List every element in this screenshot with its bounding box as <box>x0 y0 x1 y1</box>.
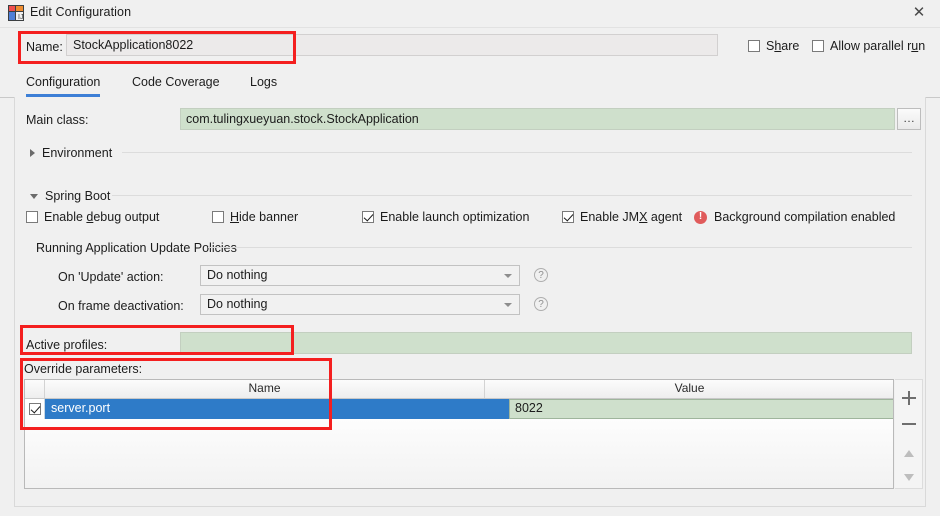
allow-parallel-run-label: Allow parallel run <box>830 39 926 53</box>
enable-jmx-agent-checkbox-box[interactable] <box>562 211 574 223</box>
plus-icon-vertical <box>908 391 910 405</box>
section-environment[interactable]: Environment <box>30 146 112 160</box>
add-parameter-button[interactable] <box>897 386 921 410</box>
table-row[interactable]: server.port 8022 <box>25 399 893 419</box>
row-enabled-checkbox[interactable] <box>25 399 45 419</box>
hide-banner-label: Hide banner <box>230 210 299 224</box>
active-profiles-label: Active profiles: <box>26 338 108 352</box>
share-checkbox[interactable]: Share <box>748 39 799 53</box>
arrow-down-icon <box>904 474 914 481</box>
minus-icon <box>902 423 916 425</box>
section-spring-boot-label: Spring Boot <box>45 189 111 203</box>
on-frame-deactivation-value: Do nothing <box>207 297 268 311</box>
name-label: Name: <box>26 40 63 54</box>
section-environment-label: Environment <box>42 146 113 160</box>
row-value-cell[interactable]: 8022 <box>509 399 893 419</box>
chevron-down-icon[interactable] <box>504 274 512 278</box>
background-compilation-warning: Background compilation enabled <box>694 210 895 224</box>
main-class-label: Main class: <box>26 113 89 127</box>
on-update-action-label: On 'Update' action: <box>58 270 164 284</box>
intellij-idea-icon: IJ <box>8 5 24 21</box>
close-icon[interactable]: ✕ <box>906 3 932 23</box>
remove-parameter-button[interactable] <box>897 412 921 436</box>
main-class-browse-button[interactable]: … <box>897 108 921 130</box>
on-update-action-help-icon[interactable]: ? <box>534 268 548 282</box>
tab-configuration[interactable]: Configuration <box>26 70 101 97</box>
row-name-cell[interactable]: server.port <box>45 399 485 419</box>
title-bar: IJ Edit Configuration ✕ <box>0 0 940 28</box>
override-parameters-table: Name Value server.port 8022 <box>24 379 894 489</box>
on-update-action-value: Do nothing <box>207 268 268 282</box>
arrow-up-icon <box>904 450 914 457</box>
on-update-action-select[interactable]: Do nothing <box>200 265 520 286</box>
name-input[interactable] <box>66 34 718 56</box>
on-frame-deactivation-help-icon[interactable]: ? <box>534 297 548 311</box>
main-class-input[interactable] <box>180 108 895 130</box>
table-toolbar <box>895 379 923 489</box>
tab-logs[interactable]: Logs <box>250 70 277 97</box>
share-checkbox-box[interactable] <box>748 40 760 52</box>
enable-jmx-agent-label: Enable JMX agent <box>580 210 683 224</box>
move-up-button[interactable] <box>897 442 921 466</box>
allow-parallel-run-checkbox[interactable]: Allow parallel run <box>812 39 925 53</box>
update-policies-title: Running Application Update Policies <box>36 241 237 255</box>
share-label: Share <box>766 39 800 53</box>
hide-banner-checkbox[interactable]: Hide banner <box>212 210 298 224</box>
enable-launch-optimization-checkbox-box[interactable] <box>362 211 374 223</box>
chevron-down-icon[interactable] <box>30 193 38 199</box>
tab-bar: Configuration Code Coverage Logs <box>0 70 940 98</box>
table-empty-area[interactable] <box>25 419 893 488</box>
override-parameters-label: Override parameters: <box>24 362 143 376</box>
window-title: Edit Configuration <box>30 5 132 19</box>
active-profiles-input[interactable] <box>180 332 912 354</box>
table-header-checkbox[interactable] <box>25 380 45 398</box>
on-frame-deactivation-label: On frame deactivation: <box>58 299 184 313</box>
background-compilation-warning-label: Background compilation enabled <box>714 210 896 224</box>
section-spring-boot[interactable]: Spring Boot <box>30 189 110 203</box>
chevron-right-icon[interactable] <box>30 149 35 157</box>
section-environment-divider <box>122 152 912 153</box>
table-header-name[interactable]: Name <box>45 380 485 398</box>
section-spring-boot-divider <box>112 195 912 196</box>
row-value-selection-gap <box>485 399 509 419</box>
enable-debug-output-checkbox[interactable]: Enable debug output <box>26 210 159 224</box>
tab-code-coverage[interactable]: Code Coverage <box>132 70 220 97</box>
enable-debug-output-checkbox-box[interactable] <box>26 211 38 223</box>
chevron-down-icon[interactable] <box>504 303 512 307</box>
allow-parallel-run-checkbox-box[interactable] <box>812 40 824 52</box>
enable-launch-optimization-checkbox[interactable]: Enable launch optimization <box>362 210 529 224</box>
enable-debug-output-label: Enable debug output <box>44 210 160 224</box>
edit-configuration-dialog: IJ Edit Configuration ✕ Name: Share Allo… <box>0 0 940 516</box>
error-circle-icon <box>694 210 707 224</box>
on-frame-deactivation-select[interactable]: Do nothing <box>200 294 520 315</box>
hide-banner-checkbox-box[interactable] <box>212 211 224 223</box>
enable-launch-optimization-label: Enable launch optimization <box>380 210 530 224</box>
table-header-value[interactable]: Value <box>485 380 893 398</box>
enable-jmx-agent-checkbox[interactable]: Enable JMX agent <box>562 210 682 224</box>
table-header-row: Name Value <box>25 380 893 399</box>
svg-text:IJ: IJ <box>18 14 23 21</box>
update-policies-divider <box>208 247 912 248</box>
move-down-button[interactable] <box>897 466 921 490</box>
row-enabled-checkbox-box[interactable] <box>28 403 41 415</box>
